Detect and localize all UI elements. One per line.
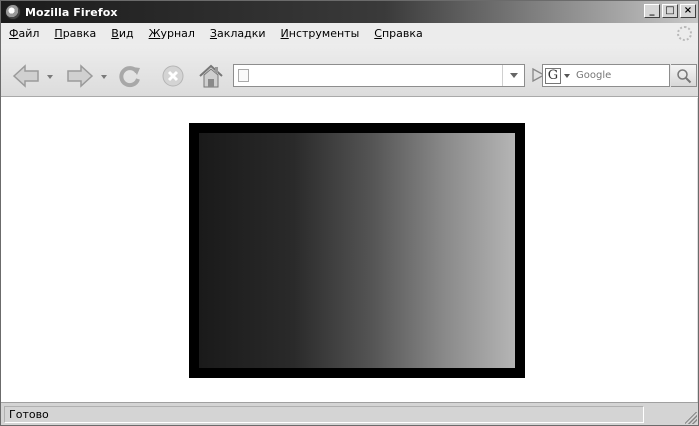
menu-view[interactable]: Вид [111, 27, 133, 40]
gradient-box [189, 123, 525, 378]
stop-button[interactable] [160, 63, 186, 89]
reload-icon [119, 66, 140, 88]
search-bar[interactable]: G [542, 64, 670, 87]
chevron-down-icon [564, 73, 570, 78]
browser-window: Mozilla Firefox _ □ × Файл Правка Вид Жу… [0, 0, 699, 426]
menu-tools[interactable]: Инструменты [281, 27, 360, 40]
forward-history-dropdown[interactable] [101, 75, 107, 79]
firefox-logo-icon [5, 4, 21, 20]
resize-grip-icon[interactable] [685, 412, 697, 424]
status-bar: Готово [1, 402, 698, 425]
reload-button[interactable] [117, 63, 143, 89]
back-history-dropdown[interactable] [47, 75, 53, 79]
menu-history[interactable]: Журнал [149, 27, 195, 40]
search-input[interactable] [576, 67, 666, 84]
home-button[interactable] [197, 62, 225, 90]
forward-button[interactable] [65, 63, 95, 89]
menu-bookmarks[interactable]: Закладки [210, 27, 266, 40]
throbber-icon [677, 26, 692, 41]
maximize-button[interactable]: □ [662, 4, 678, 18]
search-button[interactable] [671, 64, 697, 87]
back-arrow-icon [12, 64, 39, 88]
status-text: Готово [4, 406, 644, 423]
minimize-button[interactable]: _ [644, 4, 660, 18]
page-content [1, 98, 698, 402]
menu-edit[interactable]: Правка [54, 27, 96, 40]
url-history-dropdown[interactable] [502, 65, 524, 86]
stop-icon [162, 65, 184, 87]
content-edge [697, 98, 698, 402]
google-icon: G [545, 67, 561, 84]
magnifier-icon [676, 68, 691, 83]
address-bar[interactable] [233, 64, 525, 87]
title-bar[interactable]: Mozilla Firefox _ □ × [1, 1, 698, 23]
navigation-toolbar: G [1, 44, 698, 97]
menu-bar: Файл Правка Вид Журнал Закладки Инструме… [1, 23, 698, 44]
close-button[interactable]: × [680, 4, 696, 18]
menu-help[interactable]: Справка [374, 27, 422, 40]
back-button[interactable] [11, 63, 41, 89]
forward-arrow-icon [67, 64, 94, 88]
window-controls: _ □ × [644, 4, 696, 18]
window-title: Mozilla Firefox [25, 5, 118, 19]
page-icon [238, 69, 249, 82]
url-input[interactable] [254, 67, 474, 84]
menu-file[interactable]: Файл [9, 27, 39, 40]
search-engine-selector[interactable]: G [545, 67, 575, 84]
home-icon [199, 64, 223, 88]
